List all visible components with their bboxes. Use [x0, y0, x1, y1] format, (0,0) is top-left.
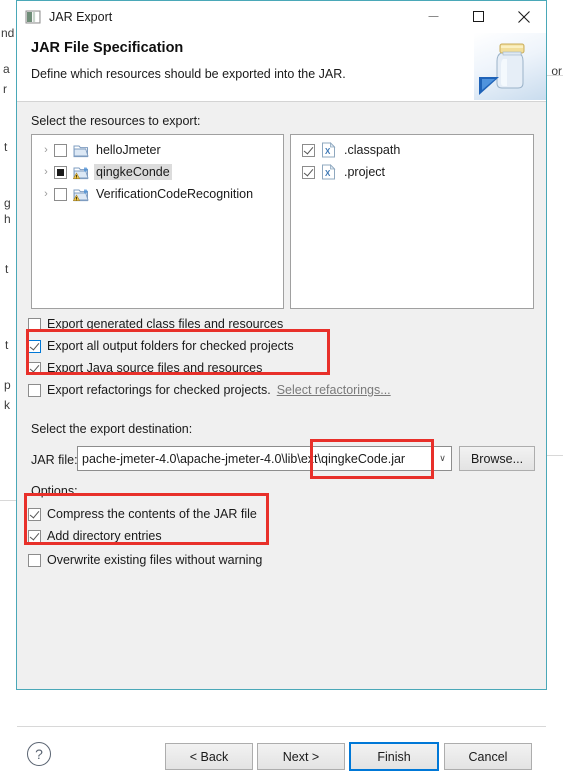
bg-fragment: t — [5, 262, 8, 276]
export-option-generated-class-files[interactable]: Export generated class files and resourc… — [28, 315, 283, 333]
tree-row-label: VerificationCodeRecognition — [94, 186, 255, 202]
cancel-button[interactable]: Cancel — [444, 743, 532, 770]
tree-row[interactable]: › helloJmeter — [32, 139, 283, 161]
export-option-all-output-folders[interactable]: Export all output folders for checked pr… — [28, 337, 294, 355]
tree-checkbox[interactable] — [54, 188, 67, 201]
bg-fragment: nd — [1, 26, 14, 40]
list-item-label: .classpath — [342, 142, 402, 158]
export-option-refactorings[interactable]: Export refactorings for checked projects… — [28, 381, 391, 399]
export-option-java-source-files[interactable]: Export Java source files and resources — [28, 359, 262, 377]
chevron-right-icon[interactable]: › — [38, 186, 54, 202]
checkbox[interactable] — [28, 318, 41, 331]
tree-row[interactable]: › qingkeConde — [32, 161, 283, 183]
page-title: JAR File Specification — [31, 40, 183, 56]
svg-text:X: X — [325, 169, 331, 178]
export-option-label: Export refactorings for checked projects… — [47, 383, 271, 397]
file-checkbox[interactable] — [302, 166, 315, 179]
option-label: Add directory entries — [47, 529, 162, 543]
tree-checkbox[interactable] — [54, 144, 67, 157]
bg-fragment: r — [3, 82, 7, 96]
option-overwrite-existing[interactable]: Overwrite existing files without warning — [28, 551, 262, 569]
dialog-header: JAR File Specification Define which reso… — [17, 33, 546, 102]
destination-label: Select the export destination: — [31, 422, 192, 436]
svg-text:X: X — [325, 147, 331, 156]
export-option-label: Export generated class files and resourc… — [47, 317, 283, 331]
chevron-right-icon[interactable]: › — [38, 142, 54, 158]
browse-button[interactable]: Browse... — [459, 446, 535, 471]
tree-checkbox[interactable] — [54, 166, 67, 179]
bg-fragment: p — [4, 378, 11, 392]
list-item-label: .project — [342, 164, 387, 180]
checkbox[interactable] — [28, 384, 41, 397]
resources-label: Select the resources to export: — [31, 114, 201, 128]
back-button[interactable]: < Back — [165, 743, 253, 770]
chevron-down-icon[interactable]: ∨ — [434, 447, 451, 470]
next-button[interactable]: Next > — [257, 743, 345, 770]
bg-fragment: a — [3, 62, 10, 76]
file-checkbox[interactable] — [302, 144, 315, 157]
page-subtitle: Define which resources should be exporte… — [31, 67, 346, 81]
tree-row[interactable]: › VerificationCodeRecognition — [32, 183, 283, 205]
jar-bottle-icon — [474, 33, 546, 100]
window-controls — [411, 1, 546, 32]
footer-divider — [17, 726, 546, 727]
option-label: Compress the contents of the JAR file — [47, 507, 257, 521]
bg-fragment: h — [4, 212, 11, 226]
close-button[interactable] — [501, 1, 546, 32]
tree-row-label: helloJmeter — [94, 142, 163, 158]
help-button[interactable]: ? — [27, 742, 51, 766]
chevron-right-icon[interactable]: › — [38, 164, 54, 180]
export-option-label: Export all output folders for checked pr… — [47, 339, 294, 353]
select-refactorings-link[interactable]: Select refactorings... — [277, 383, 391, 397]
resource-tree[interactable]: › helloJmeter › — [31, 134, 284, 309]
checkbox[interactable] — [28, 340, 41, 353]
option-compress-jar[interactable]: Compress the contents of the JAR file — [28, 505, 257, 523]
jar-export-dialog: JAR Export JAR File Specification Define… — [16, 0, 547, 690]
bg-fragment: k — [4, 398, 10, 412]
jar-file-combo[interactable]: pache-jmeter-4.0\apache-jmeter-4.0\lib\e… — [77, 446, 452, 471]
checkbox[interactable] — [28, 508, 41, 521]
bg-fragment: t — [5, 338, 8, 352]
option-add-directory-entries[interactable]: Add directory entries — [28, 527, 162, 545]
jar-file-label: JAR file: — [31, 453, 78, 467]
tree-row-label: qingkeConde — [94, 164, 172, 180]
list-item[interactable]: X .project — [291, 161, 533, 183]
export-option-label: Export Java source files and resources — [47, 361, 262, 375]
xml-file-icon: X — [321, 142, 336, 158]
dialog-body: Select the resources to export: › helloJ… — [17, 102, 546, 689]
option-label: Overwrite existing files without warning — [47, 553, 262, 567]
dialog-titlebar: JAR Export — [17, 1, 546, 33]
checkbox[interactable] — [28, 530, 41, 543]
jar-file-input[interactable]: pache-jmeter-4.0\apache-jmeter-4.0\lib\e… — [78, 452, 434, 466]
project-warning-icon — [73, 165, 89, 180]
dialog-title: JAR Export — [49, 10, 112, 24]
list-item[interactable]: X .classpath — [291, 139, 533, 161]
project-warning-icon — [73, 187, 89, 202]
minimize-button[interactable] — [411, 1, 456, 32]
folder-icon — [73, 143, 89, 158]
bg-fragment: g — [4, 196, 11, 210]
xml-file-icon: X — [321, 164, 336, 180]
resource-file-list[interactable]: X .classpath X .project — [290, 134, 534, 309]
finish-button[interactable]: Finish — [349, 742, 439, 771]
maximize-button[interactable] — [456, 1, 501, 32]
bg-fragment: t — [4, 140, 7, 154]
checkbox[interactable] — [28, 554, 41, 567]
options-label: Options: — [31, 484, 78, 498]
checkbox[interactable] — [28, 362, 41, 375]
jar-export-icon — [25, 9, 41, 25]
